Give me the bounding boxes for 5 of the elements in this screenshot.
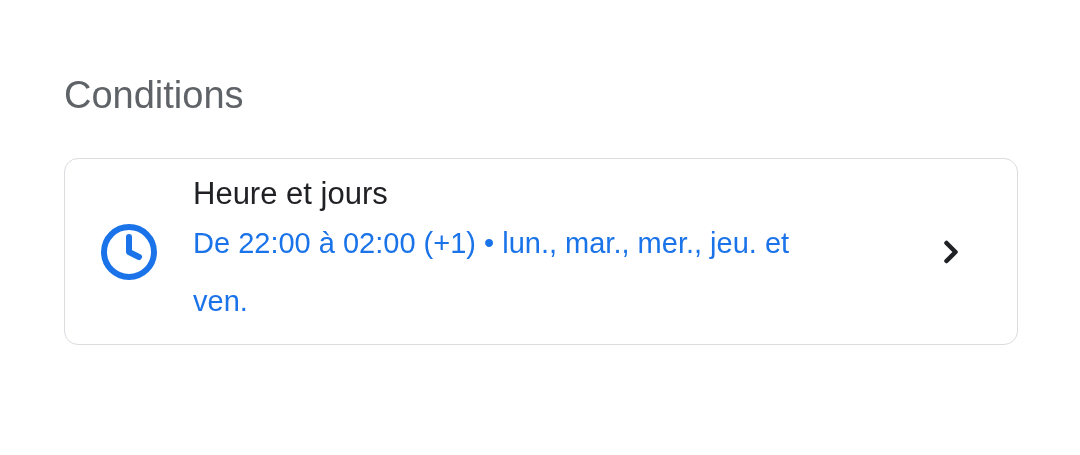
condition-title: Heure et jours [193,174,389,213]
clock-icon [99,221,159,282]
condition-summary: De 22:00 à 02:00 (+1) • lun., mar., mer., jeu. et ven. [193,225,791,319]
condition-card[interactable]: Heure et jours De 22:00 à 02:00 (+1) • lun., mar., mer., jeu. et ven. [64,158,1018,345]
section-title: Conditions [64,73,245,118]
